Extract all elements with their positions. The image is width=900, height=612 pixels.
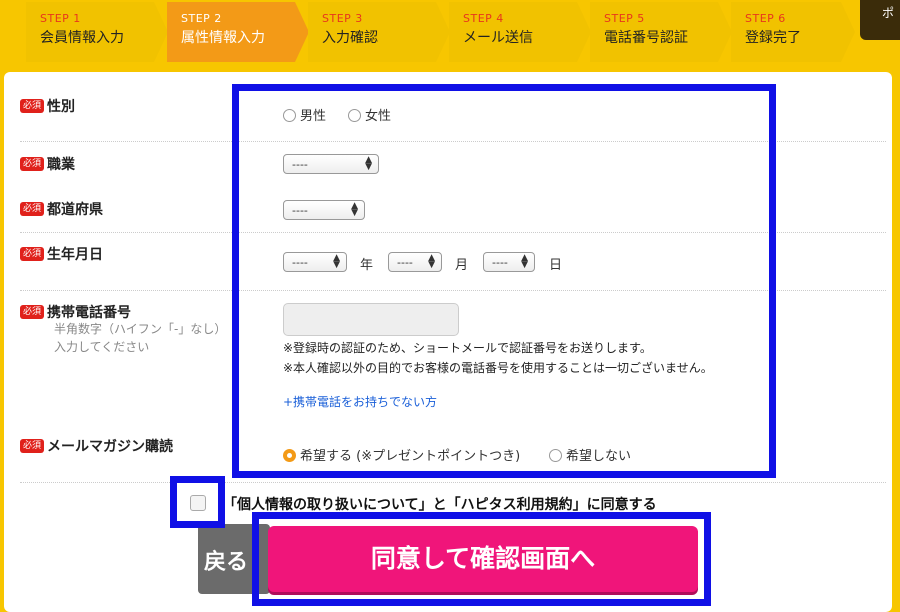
progress-steps: STEP 1 会員情報入力 STEP 2 属性情報入力 STEP 3 入力確認 …	[0, 0, 900, 66]
step-1: STEP 1 会員情報入力	[26, 2, 168, 62]
step-6: STEP 6 登録完了	[731, 2, 855, 62]
occupation-label-text: 職業	[47, 157, 76, 173]
step-label: 会員情報入力	[40, 30, 124, 46]
birthdate-label-text: 生年月日	[47, 247, 104, 263]
birthdate-label: 必須 生年月日	[20, 244, 103, 264]
mobile-hint-1: 半角数字（ハイフン「-」なし）	[54, 322, 227, 336]
step-number: STEP 3	[322, 12, 363, 25]
step-label: 登録完了	[745, 30, 801, 46]
occupation-label: 必須 職業	[20, 154, 75, 174]
edge-button[interactable]: ポ	[860, 0, 900, 40]
step-label: 電話番号認証	[604, 30, 688, 46]
required-badge: 必須	[20, 439, 45, 453]
newsletter-label-text: メールマガジン購読	[47, 439, 174, 455]
step-3: STEP 3 入力確認	[308, 2, 450, 62]
mobile-label: 必須 携帯電話番号	[20, 302, 131, 322]
step-number: STEP 6	[745, 12, 786, 25]
highlight-box-checkbox	[170, 476, 225, 528]
step-4: STEP 4 メール送信	[449, 2, 591, 62]
prefecture-label: 必須 都道府県	[20, 199, 103, 219]
required-badge: 必須	[20, 202, 45, 216]
gender-label-text: 性別	[47, 99, 76, 115]
mobile-hint-2: 入力してください	[54, 340, 150, 354]
required-badge: 必須	[20, 247, 45, 261]
step-label: メール送信	[463, 30, 533, 46]
mobile-label-text: 携帯電話番号	[47, 305, 132, 321]
highlight-box-form	[232, 84, 776, 478]
step-label: 入力確認	[322, 30, 378, 46]
agree-text: 「個人情報の取り扱いについて」と「ハピタス利用規約」に同意する	[223, 497, 657, 513]
step-label: 属性情報入力	[181, 30, 265, 46]
required-badge: 必須	[20, 99, 45, 113]
highlight-box-submit	[252, 512, 711, 606]
prefecture-label-text: 都道府県	[47, 202, 104, 218]
gender-label: 必須 性別	[20, 96, 75, 116]
step-number: STEP 5	[604, 12, 645, 25]
divider	[20, 482, 886, 483]
step-number: STEP 2	[181, 12, 222, 25]
newsletter-label: 必須 メールマガジン購読	[20, 436, 173, 456]
step-number: STEP 4	[463, 12, 504, 25]
required-badge: 必須	[20, 157, 45, 171]
step-number: STEP 1	[40, 12, 81, 25]
step-2: STEP 2 属性情報入力	[167, 2, 309, 62]
required-badge: 必須	[20, 305, 45, 319]
step-5: STEP 5 電話番号認証	[590, 2, 732, 62]
